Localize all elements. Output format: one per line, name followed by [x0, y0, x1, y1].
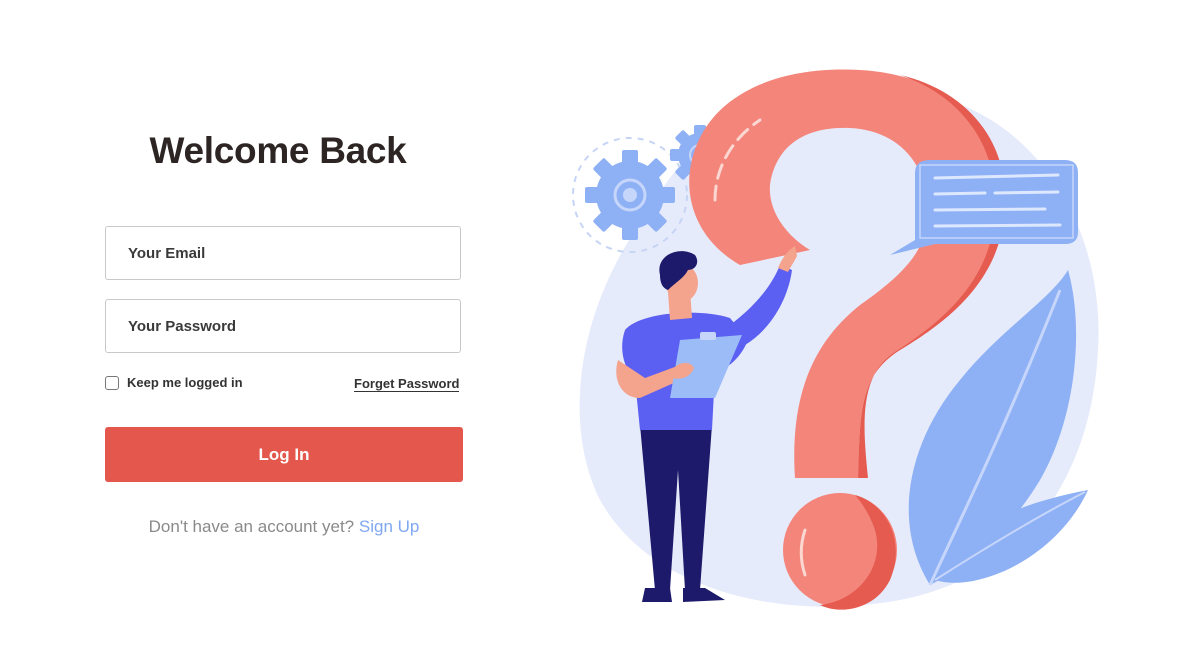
forget-password-link[interactable]: Forget Password [354, 377, 460, 392]
password-field-container [105, 299, 461, 353]
signup-link[interactable]: Sign Up [359, 517, 419, 536]
remember-label: Keep me logged in [127, 375, 243, 390]
login-page: Welcome Back Keep me logged in Forget Pa… [0, 0, 1187, 655]
gear-icon [585, 150, 675, 240]
signup-prompt: Don't have an account yet? Sign Up [105, 517, 463, 537]
remember-me: Keep me logged in [105, 375, 243, 390]
speech-bubble-icon [890, 160, 1078, 255]
email-field[interactable] [106, 227, 460, 279]
password-field[interactable] [106, 300, 460, 352]
page-title: Welcome Back [149, 130, 407, 171]
remember-checkbox[interactable] [105, 375, 119, 390]
login-button[interactable]: Log In [105, 427, 463, 482]
question-illustration [572, 69, 1099, 610]
email-field-container [105, 226, 461, 280]
signup-prompt-text: Don't have an account yet? [148, 517, 355, 536]
